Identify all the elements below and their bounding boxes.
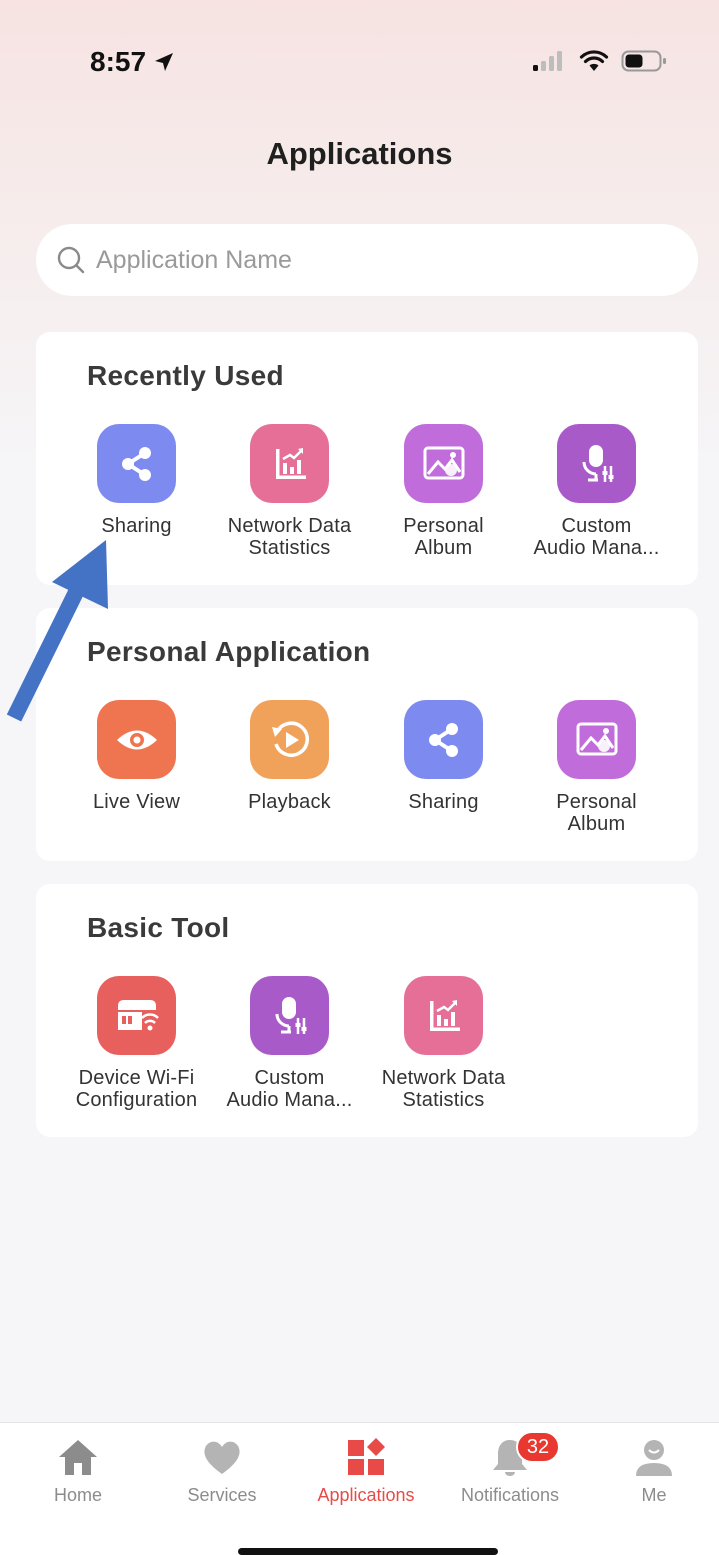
status-time: 8:57 [90,46,176,78]
tab-me[interactable]: Me [582,1437,719,1506]
app-label: Custom Audio Mana... [226,1067,353,1111]
heart-icon [204,1441,240,1474]
app-sharing[interactable]: Sharing [60,424,213,537]
app-grid: Device Wi-Fi Configuration Custom Audio … [36,976,698,1126]
album-icon[interactable] [557,700,636,779]
search-icon [57,246,85,274]
tab-label: Applications [317,1485,415,1505]
cellular-signal-icon [533,51,562,71]
tab-services[interactable]: Services [150,1437,294,1506]
app-label: Sharing [408,791,479,813]
audio-icon[interactable] [250,976,329,1055]
status-icons [531,50,667,72]
battery-icon [621,50,666,72]
app-label: Personal Album [403,515,484,559]
section-title: Recently Used [87,360,284,391]
search-bar[interactable] [36,224,698,296]
app-label: Network Data Statistics [227,515,352,559]
tab-home[interactable]: Home [6,1437,150,1506]
app-label: Network Data Statistics [381,1067,506,1111]
section-personal-application: Personal Application Live View Playback … [36,608,698,861]
wifi-icon [579,50,609,71]
tab-label: Services [187,1485,257,1505]
share-icon[interactable] [97,424,176,503]
app-grid: Sharing Network Data Statistics Personal… [36,424,698,574]
notification-badge: 32 [516,1431,560,1463]
app-network-data-statistics[interactable]: Network Data Statistics [213,424,366,559]
app-label: Personal Album [556,791,637,835]
tab-label: Home [53,1485,102,1505]
tab-notifications[interactable]: 32 Notifications [438,1431,582,1506]
album-icon[interactable] [404,424,483,503]
app-playback[interactable]: Playback [213,700,366,813]
app-label: Live View [92,791,181,813]
applications-icon [348,1438,385,1475]
chart-icon[interactable] [250,424,329,503]
app-personal-album[interactable]: Personal Album [367,424,520,559]
app-grid: Live View Playback Sharing Personal Albu… [36,700,698,850]
app-custom-audio-management[interactable]: Custom Audio Mana... [213,976,366,1111]
app-label: Sharing [101,515,172,537]
section-recently-used: Recently Used Sharing Network Data Stati… [36,332,698,585]
section-basic-tool: Basic Tool Device Wi-Fi Configuration Cu… [36,884,698,1137]
chart-icon[interactable] [404,976,483,1055]
tab-bar: Home Services Applications 32 Notificati… [0,1422,719,1555]
app-label: Custom Audio Mana... [533,515,660,559]
app-network-data-statistics[interactable]: Network Data Statistics [367,976,520,1111]
app-label: Playback [248,791,331,813]
location-arrow-icon [155,53,174,71]
tab-applications[interactable]: Applications [294,1437,438,1506]
app-sharing[interactable]: Sharing [367,700,520,813]
status-bar: 8:57 [0,0,719,130]
tab-label: Notifications [460,1485,560,1505]
audio-icon[interactable] [557,424,636,503]
device-wifi-icon[interactable] [97,976,176,1055]
section-title: Basic Tool [87,912,230,943]
playback-icon[interactable] [250,700,329,779]
app-custom-audio-management[interactable]: Custom Audio Mana... [520,424,673,559]
page-title: Applications [266,136,453,171]
search-input[interactable] [96,245,656,275]
home-indicator [238,1548,498,1555]
section-title: Personal Application [87,636,371,667]
person-icon [636,1440,672,1476]
app-device-wifi-configuration[interactable]: Device Wi-Fi Configuration [60,976,213,1111]
home-icon [59,1440,97,1475]
app-label: Device Wi-Fi Configuration [75,1067,198,1111]
annotation-arrow-icon [6,540,108,722]
status-time-text: 8:57 [90,46,147,77]
tab-label: Me [641,1485,667,1505]
share-icon[interactable] [404,700,483,779]
app-personal-album[interactable]: Personal Album [520,700,673,835]
